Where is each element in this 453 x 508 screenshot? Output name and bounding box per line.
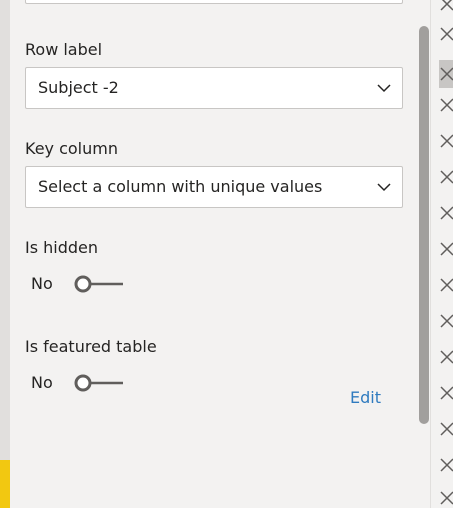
close-icon[interactable] bbox=[439, 97, 453, 113]
chevron-down-icon bbox=[377, 183, 391, 192]
is-featured-state: No bbox=[31, 373, 53, 392]
close-icon[interactable] bbox=[439, 490, 453, 506]
left-strip bbox=[0, 0, 10, 508]
close-icon[interactable] bbox=[439, 421, 453, 437]
key-column-value: Select a column with unique values bbox=[38, 177, 323, 196]
left-accent-bar bbox=[0, 460, 10, 508]
scrollbar-thumb[interactable] bbox=[419, 26, 429, 424]
row-label-title: Row label bbox=[25, 40, 103, 59]
close-icon[interactable] bbox=[439, 313, 453, 329]
close-icon[interactable] bbox=[439, 349, 453, 365]
edit-link[interactable]: Edit bbox=[350, 388, 381, 408]
close-icon[interactable] bbox=[439, 169, 453, 185]
is-featured-title: Is featured table bbox=[25, 337, 157, 356]
previous-field[interactable] bbox=[25, 0, 403, 4]
close-icon[interactable] bbox=[439, 133, 453, 149]
row-label-dropdown[interactable]: Subject -2 bbox=[25, 67, 403, 109]
is-hidden-title: Is hidden bbox=[25, 238, 99, 257]
close-icon[interactable] bbox=[439, 457, 453, 473]
properties-panel: Row label Subject -2 Key column Select a… bbox=[10, 0, 430, 508]
toggle-off-icon[interactable] bbox=[73, 373, 125, 393]
close-icon[interactable] bbox=[439, 277, 453, 293]
toggle-off-icon[interactable] bbox=[73, 274, 125, 294]
row-label-value: Subject -2 bbox=[38, 78, 119, 97]
close-icon[interactable] bbox=[439, 205, 453, 221]
close-icon[interactable] bbox=[439, 60, 453, 88]
right-icon-column bbox=[430, 0, 453, 508]
close-icon[interactable] bbox=[439, 0, 453, 12]
key-column-dropdown[interactable]: Select a column with unique values bbox=[25, 166, 403, 208]
close-icon[interactable] bbox=[439, 241, 453, 257]
close-icon[interactable] bbox=[439, 385, 453, 401]
chevron-down-icon bbox=[377, 84, 391, 93]
close-icon[interactable] bbox=[439, 26, 453, 42]
key-column-title: Key column bbox=[25, 139, 118, 158]
is-hidden-state: No bbox=[31, 274, 53, 293]
